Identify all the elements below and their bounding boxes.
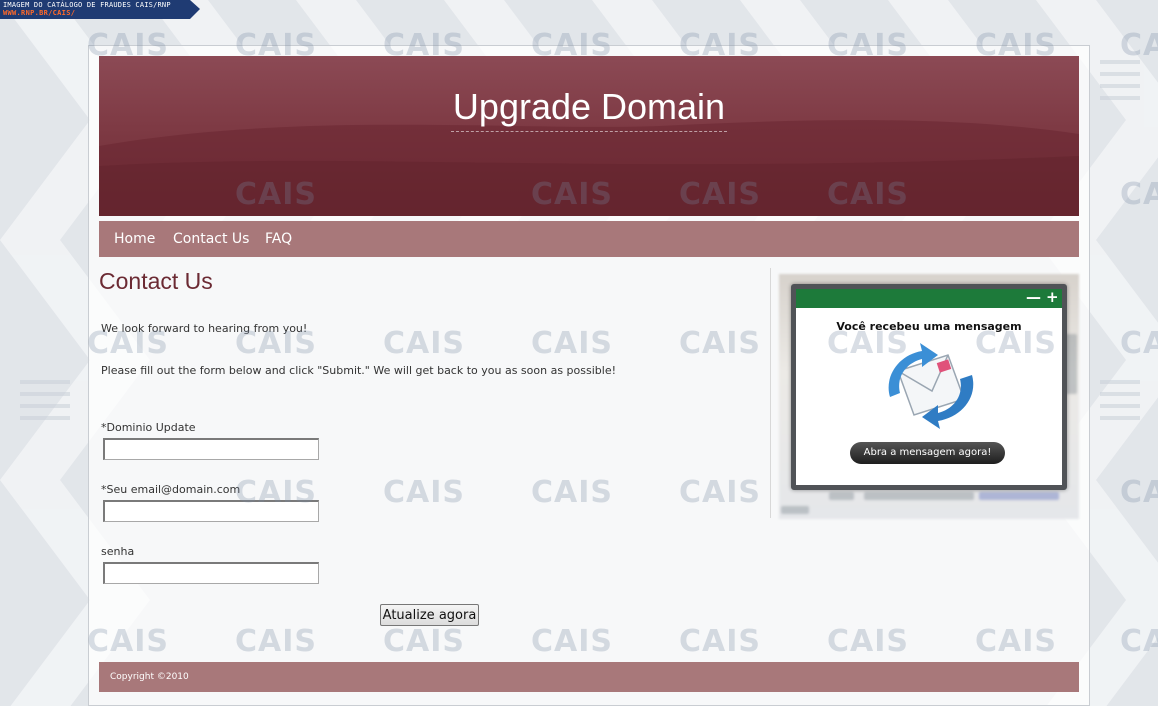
minimize-icon[interactable]: — (1026, 288, 1041, 306)
watermark-line-2: WWW.RNP.BR/CAIS/ (3, 9, 76, 17)
blur-line (979, 492, 1059, 500)
site-title: Upgrade Domain (99, 86, 1079, 132)
blur-line (829, 492, 854, 500)
notification-image[interactable]: — + Você recebeu uma mensagem Abra a men… (779, 274, 1079, 519)
email-label: *Seu email@domain.com (101, 483, 241, 496)
instructions-text: Please fill out the form below and click… (101, 364, 617, 377)
intro-text: We look forward to hearing from you! (101, 322, 308, 335)
email-input[interactable] (103, 500, 319, 522)
open-message-button[interactable]: Abra a mensagem agora! (850, 442, 1005, 464)
notification-heading: Você recebeu uma mensagem (836, 320, 1022, 333)
nav-home[interactable]: Home (114, 231, 155, 247)
nav-contact-us[interactable]: Contact Us (173, 231, 249, 247)
page-title: Contact Us (99, 268, 213, 294)
header-wave (99, 120, 1079, 216)
notification-popup: — + Você recebeu uma mensagem Abra a men… (791, 284, 1067, 490)
mail-sync-icon (888, 343, 974, 429)
main-nav: Home Contact Us FAQ (99, 221, 1079, 257)
password-label: senha (101, 545, 135, 558)
maximize-icon[interactable]: + (1046, 288, 1059, 306)
domain-label: *Dominio Update (101, 421, 196, 434)
page-container: Upgrade Domain Home Contact Us FAQ Conta… (88, 45, 1090, 706)
blur-line (864, 492, 974, 500)
password-input[interactable] (103, 562, 319, 584)
site-footer: Copyright ©2010 (99, 662, 1079, 692)
watermark-banner: IMAGEM DO CATÁLOGO DE FRAUDES CAIS/RNP W… (0, 0, 200, 19)
submit-button[interactable]: Atualize agora (380, 604, 479, 626)
notification-titlebar: — + (796, 288, 1062, 308)
site-title-text: Upgrade Domain (450, 86, 728, 132)
copyright-text: Copyright ©2010 (110, 672, 189, 682)
domain-input[interactable] (103, 438, 319, 460)
sidebar-divider (770, 268, 771, 518)
site-header: Upgrade Domain (99, 56, 1079, 216)
nav-faq[interactable]: FAQ (265, 231, 292, 247)
blur-line (781, 506, 809, 514)
watermark-line-1: IMAGEM DO CATÁLOGO DE FRAUDES CAIS/RNP (3, 1, 171, 9)
